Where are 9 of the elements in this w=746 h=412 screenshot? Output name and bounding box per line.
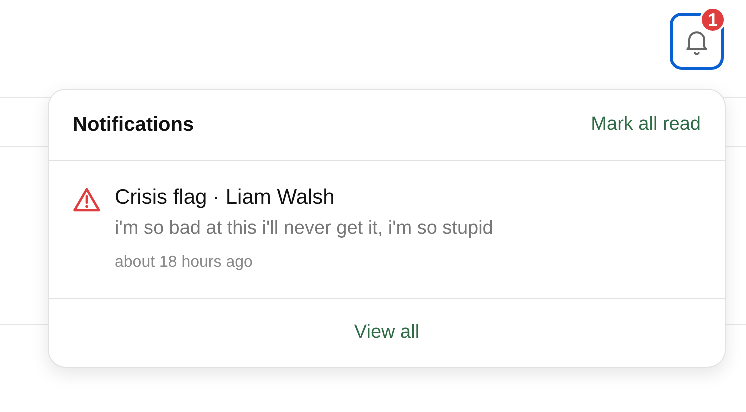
notification-message: i'm so bad at this i'll never get it, i'm so stupid — [115, 217, 494, 241]
panel-title: Notifications — [73, 114, 194, 136]
notification-item[interactable]: Crisis flag · Liam Walsh i'm so bad at this i'll never get it, i'm so stupid about 18 hours ago — [49, 161, 725, 299]
warning-icon — [73, 187, 101, 213]
view-all-link[interactable]: View all — [354, 322, 420, 344]
mark-all-read-link[interactable]: Mark all read — [591, 114, 701, 136]
count-badge: 1 — [700, 7, 726, 33]
notification-time: about 18 hours ago — [115, 254, 254, 272]
notification-title: Crisis flag · Liam Walsh — [115, 185, 336, 211]
